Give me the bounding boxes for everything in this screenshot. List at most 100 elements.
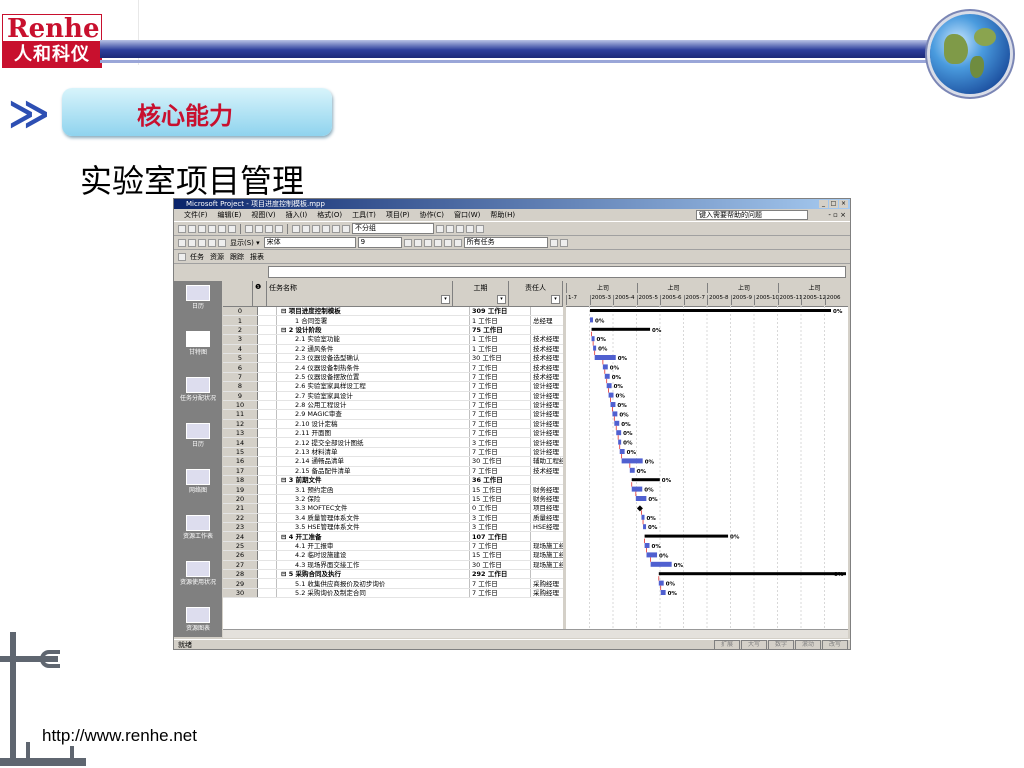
arrow-right-icon[interactable]: [188, 238, 196, 247]
cell-indicator[interactable]: [257, 325, 277, 336]
cell-res[interactable]: 技术经理: [530, 334, 563, 345]
gantt-summary-bar[interactable]: [590, 309, 832, 312]
cell-dur[interactable]: 7 工作日: [469, 362, 531, 373]
cell-res[interactable]: 技术经理: [530, 353, 563, 364]
cell-name[interactable]: 5.2 采购询价及制定合同: [276, 588, 470, 599]
task-row[interactable]: 7 2.5 仪器设备摆放位置 7 工作日 技术经理: [223, 372, 563, 383]
col-name-header[interactable]: 任务名称 ▾: [267, 281, 453, 306]
cell-indicator[interactable]: [257, 466, 277, 477]
cell-id[interactable]: 18: [223, 475, 258, 486]
cell-name[interactable]: ⊟ 项目进度控制模板: [276, 307, 470, 317]
cell-res[interactable]: 现场施工经理: [530, 560, 563, 570]
menu-edit[interactable]: 编辑(E): [218, 210, 242, 220]
assign-resources-icon[interactable]: [342, 224, 350, 233]
cell-indicator[interactable]: [257, 307, 277, 317]
gantt-task-bar[interactable]: [590, 317, 593, 323]
cell-indicator[interactable]: [257, 541, 277, 552]
menu-project[interactable]: 项目(P): [386, 210, 410, 220]
gantt-task-bar[interactable]: [629, 467, 635, 473]
chevron-down-icon[interactable]: ▾: [551, 295, 560, 304]
cell-res[interactable]: [530, 325, 563, 336]
cell-indicator[interactable]: [257, 419, 277, 430]
entry-bar[interactable]: [268, 266, 846, 278]
menu-help[interactable]: 帮助(H): [490, 210, 515, 220]
cell-name[interactable]: ⊟ 4 开工准备: [276, 531, 470, 542]
cell-res[interactable]: 设计经理: [530, 409, 563, 420]
notes-icon[interactable]: [332, 224, 340, 233]
cell-indicator[interactable]: [257, 315, 277, 326]
cell-dur[interactable]: 107 工作日: [469, 531, 531, 542]
cell-id[interactable]: 30: [223, 588, 258, 599]
cell-indicator[interactable]: [257, 437, 277, 448]
cell-id[interactable]: 8: [223, 381, 258, 392]
task-row[interactable]: 11 2.9 MAGIC审查 7 工作日 设计经理: [223, 409, 563, 420]
cell-res[interactable]: [530, 569, 563, 580]
cell-dur[interactable]: 7 工作日: [469, 372, 531, 383]
cell-res[interactable]: [530, 307, 563, 317]
cell-name[interactable]: 2.8 公用工程设计: [276, 400, 470, 411]
gantt-summary-bar[interactable]: [631, 478, 660, 482]
gantt-task-bar[interactable]: [608, 392, 614, 398]
cell-name[interactable]: 2.3 仪器设备选型确认: [276, 353, 470, 364]
gantt-task-bar[interactable]: [644, 543, 650, 548]
cell-dur[interactable]: 36 工作日: [469, 475, 531, 486]
cell-res[interactable]: 技术经理: [530, 466, 563, 477]
cell-dur[interactable]: 7 工作日: [469, 400, 531, 411]
cell-indicator[interactable]: [257, 362, 277, 373]
task-row[interactable]: 4 2.2 通风条件 1 工作日 技术经理: [223, 344, 563, 354]
cell-id[interactable]: 25: [223, 541, 258, 552]
menu-insert[interactable]: 插入(I): [286, 210, 308, 220]
view-gantt[interactable]: 甘特图: [174, 327, 222, 373]
cell-dur[interactable]: 7 工作日: [469, 381, 531, 392]
gantt-task-bar[interactable]: [602, 364, 608, 370]
gantt-task-bar[interactable]: [594, 355, 616, 360]
cell-res[interactable]: 采购经理: [530, 588, 563, 599]
cell-res[interactable]: 技术经理: [530, 362, 563, 373]
task-row[interactable]: 24 ⊟ 4 开工准备 107 工作日: [223, 531, 563, 542]
cell-id[interactable]: 7: [223, 372, 258, 383]
cell-indicator[interactable]: [257, 456, 277, 467]
cell-indicator[interactable]: [257, 428, 277, 439]
task-row[interactable]: 1 1 合同签署 1 工作日 总经理: [223, 315, 563, 326]
cell-res[interactable]: 现场施工经理: [530, 541, 563, 552]
task-row[interactable]: 17 2.15 备品配件清单 7 工作日 技术经理: [223, 466, 563, 477]
cell-indicator[interactable]: [257, 475, 277, 486]
cell-name[interactable]: ⊟ 5 采购合同及执行: [276, 569, 470, 580]
cell-res[interactable]: 财务经理: [530, 484, 563, 495]
col-resource-header[interactable]: 责任人 ▾: [509, 281, 563, 306]
cell-id[interactable]: 26: [223, 550, 258, 561]
cell-id[interactable]: 1: [223, 315, 258, 326]
gantt-task-bar[interactable]: [616, 430, 622, 436]
task-row[interactable]: 21 3.3 MOFTEC文件 0 工作日 项目经理: [223, 503, 563, 514]
guide-tab-report[interactable]: 报表: [248, 252, 266, 262]
cell-dur[interactable]: 7 工作日: [469, 391, 531, 401]
task-row[interactable]: 9 2.7 实验室家具设计 7 工作日 设计经理: [223, 391, 563, 401]
help-icon[interactable]: [476, 224, 484, 233]
cell-name[interactable]: ⊟ 3 前期文件: [276, 475, 470, 486]
cell-dur[interactable]: 1 工作日: [469, 334, 531, 345]
task-row[interactable]: 18 ⊟ 3 前期文件 36 工作日: [223, 475, 563, 486]
cell-id[interactable]: 13: [223, 428, 258, 439]
gantt-task-bar[interactable]: [660, 590, 666, 595]
cell-id[interactable]: 29: [223, 578, 258, 589]
cell-id[interactable]: 20: [223, 494, 258, 505]
gantt-task-bar[interactable]: [614, 420, 620, 426]
cell-indicator[interactable]: [257, 334, 277, 345]
cell-id[interactable]: 12: [223, 419, 258, 430]
task-row[interactable]: 0 ⊟ 项目进度控制模板 309 工作日: [223, 307, 563, 317]
cell-indicator[interactable]: [257, 494, 277, 505]
show-dropdown[interactable]: 显示(S) ▾: [228, 238, 262, 248]
view-calendar[interactable]: 日历: [174, 281, 222, 327]
align-right-icon[interactable]: [453, 238, 462, 247]
minimize-icon[interactable]: _: [819, 200, 828, 208]
cell-name[interactable]: 1 合同签署: [276, 315, 470, 326]
cell-res[interactable]: 采购经理: [530, 578, 563, 589]
gantt-task-bar[interactable]: [621, 458, 643, 464]
cell-dur[interactable]: 3 工作日: [469, 522, 531, 533]
cell-indicator[interactable]: [257, 484, 277, 495]
gantt-summary-bar[interactable]: [658, 572, 846, 576]
bold-icon[interactable]: [403, 238, 412, 247]
cell-indicator[interactable]: [257, 447, 277, 458]
menu-view[interactable]: 视图(V): [251, 210, 275, 220]
autofilter-icon[interactable]: [549, 238, 558, 247]
